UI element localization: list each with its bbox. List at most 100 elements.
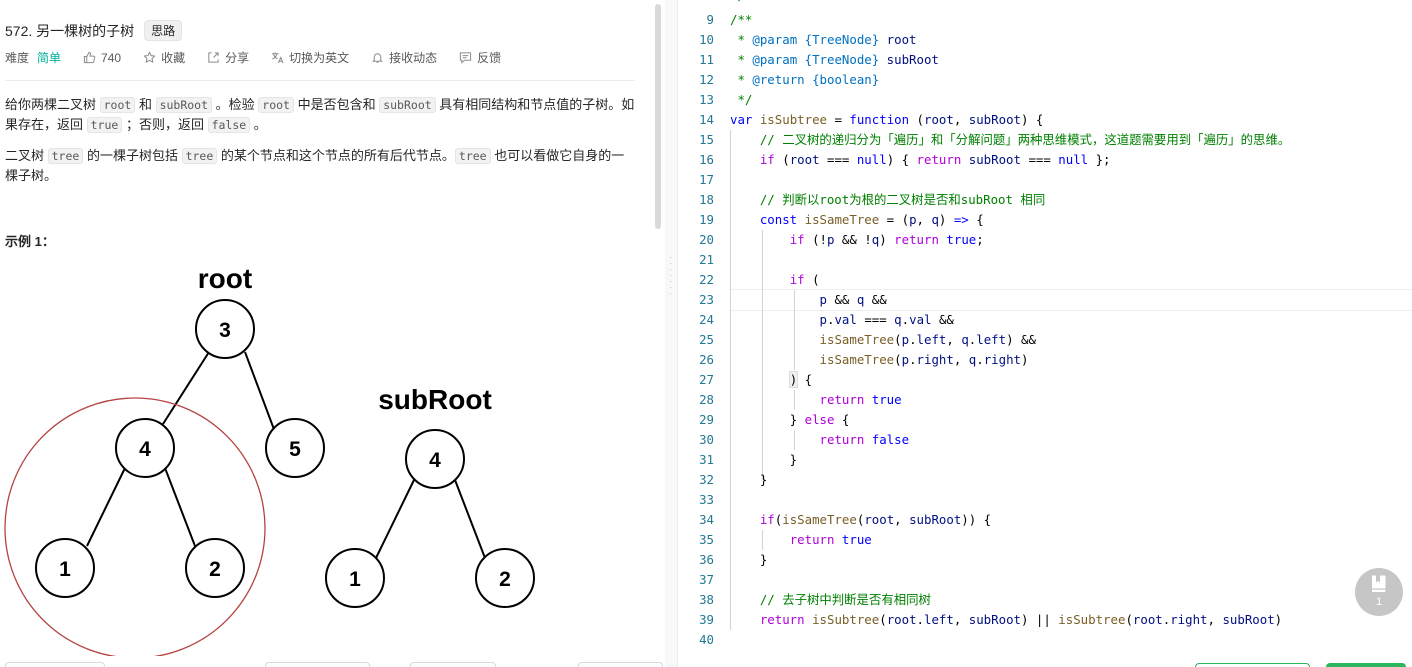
desc-text: 。 — [250, 117, 267, 132]
comment: // 去子树中判断是否有相同树 — [730, 592, 931, 607]
switch-language-button[interactable]: 切换为英文 — [271, 49, 349, 66]
node-value: 2 — [499, 568, 511, 591]
token: isSameTree — [819, 352, 895, 367]
code-line[interactable]: if(isSameTree(root, subRoot)) { — [678, 510, 1412, 530]
bottom-toolbar-button[interactable] — [5, 662, 105, 667]
token: val — [909, 312, 932, 327]
code-line[interactable]: // 去子树中判断是否有相同树 — [678, 590, 1412, 610]
desc-text: 和 — [135, 97, 156, 112]
token: { — [797, 372, 813, 387]
token: ; — [976, 232, 984, 247]
token: function — [849, 112, 910, 127]
token: subRoot — [968, 612, 1021, 627]
token: && — [931, 312, 954, 327]
code-line[interactable]: // 二叉树的递归分为「遍历」和「分解问题」两种思维模式，这道题需要用到「遍历」… — [678, 130, 1412, 150]
code-line[interactable]: * @return {boolean} — [678, 70, 1412, 90]
inline-code: root — [99, 97, 136, 113]
token: root — [924, 112, 954, 127]
code-line[interactable]: } — [678, 550, 1412, 570]
code-line[interactable]: if (!p && !q) return true; — [678, 230, 1412, 250]
inline-code: subRoot — [155, 97, 213, 113]
code-line[interactable]: } — [678, 450, 1412, 470]
token: ) && — [1006, 332, 1036, 347]
desc-text: 。检验 — [212, 97, 259, 112]
code-line[interactable]: } — [678, 470, 1412, 490]
like-count: 740 — [101, 50, 122, 65]
token: ( — [894, 332, 902, 347]
token: subRoot — [879, 52, 939, 67]
like-button[interactable]: 740 — [83, 51, 121, 65]
problem-title[interactable]: 572. 另一棵树的子树 — [5, 21, 134, 41]
inline-code: subRoot — [379, 97, 436, 113]
description-scrollbar[interactable] — [655, 4, 661, 229]
token: && — [827, 292, 857, 307]
subscribe-button[interactable]: 接收动态 — [371, 49, 437, 66]
submit-button[interactable] — [1326, 663, 1406, 667]
notes-button[interactable]: 1 — [1355, 568, 1403, 616]
token: root — [789, 152, 820, 167]
token: } — [730, 552, 768, 567]
code-line[interactable]: if (root === null) { return subRoot === … — [678, 150, 1412, 170]
problem-description: 给你两棵二叉树 root 和 subRoot 。检验 root 中是否包含和 s… — [5, 95, 635, 197]
token: = — [827, 112, 850, 127]
token: null — [1058, 152, 1089, 167]
code-line[interactable]: * @param {TreeNode} subRoot — [678, 50, 1412, 70]
inline-code: tree — [181, 148, 218, 164]
code-line[interactable]: /** — [678, 10, 1412, 30]
code-line[interactable]: } else { — [678, 410, 1412, 430]
token: ) — [1021, 352, 1029, 367]
line-number-row: 33 — [678, 490, 1412, 510]
code-line[interactable]: if ( — [678, 270, 1412, 290]
tree-edge — [86, 467, 126, 547]
node-value: 5 — [289, 438, 301, 461]
token: , — [894, 512, 910, 527]
code-line[interactable]: return false — [678, 430, 1412, 450]
code-line[interactable]: p.val === q.val && — [678, 310, 1412, 330]
drag-handle-icon[interactable]: · · · · · · · — [669, 254, 673, 298]
code-line[interactable]: // 判断以root为根的二叉树是否和subRoot 相同 — [678, 190, 1412, 210]
inline-code: tree — [47, 148, 84, 164]
token: subRoot — [1222, 612, 1275, 627]
token: q — [931, 212, 939, 227]
bottom-toolbar-button[interactable] — [265, 662, 370, 667]
share-label: 分享 — [225, 51, 250, 65]
token: . — [909, 352, 917, 367]
code-line[interactable]: return true — [678, 530, 1412, 550]
token: isSameTree — [797, 212, 880, 227]
token: left — [924, 612, 954, 627]
code-line[interactable]: */ — [678, 90, 1412, 110]
subroot-label: subRoot — [378, 384, 492, 415]
code-line[interactable]: return isSubtree(root.left, subRoot) || … — [678, 610, 1412, 630]
line-number-row: 21 — [678, 250, 1412, 270]
token: p — [819, 292, 827, 307]
share-button[interactable]: 分享 — [207, 49, 249, 66]
code-line[interactable]: const isSameTree = (p, q) => { — [678, 210, 1412, 230]
desc-text: 中是否包含和 — [293, 97, 380, 112]
code-line[interactable]: return true — [678, 390, 1412, 410]
root-tree-nodes — [35, 299, 325, 598]
token: subRoot — [968, 112, 1021, 127]
code-editor[interactable]: */ 9101112131415161718192021222324252627… — [677, 0, 1412, 667]
code-line[interactable]: isSameTree(p.right, q.right) — [678, 350, 1412, 370]
comment: // 判断以root为根的二叉树是否和subRoot 相同 — [730, 192, 1046, 207]
feedback-button[interactable]: 反馈 — [459, 49, 501, 66]
token: * — [730, 32, 753, 47]
run-code-button[interactable] — [1195, 663, 1310, 667]
code-line-partial: */ — [730, 0, 745, 3]
code-line[interactable]: * @param {TreeNode} root — [678, 30, 1412, 50]
code-line[interactable]: isSameTree(p.left, q.left) && — [678, 330, 1412, 350]
code-line[interactable]: p && q && — [678, 290, 1412, 310]
token: (! — [804, 232, 827, 247]
code-line[interactable]: var isSubtree = function (root, subRoot)… — [678, 110, 1412, 130]
hint-tag[interactable]: 思路 — [144, 20, 183, 41]
bottom-toolbar-button[interactable] — [578, 662, 663, 667]
token: ) || — [1020, 612, 1059, 627]
pane-splitter[interactable]: · · · · · · · — [665, 0, 677, 667]
bottom-toolbar-button[interactable] — [410, 662, 496, 667]
code-line[interactable]: ) { — [678, 370, 1412, 390]
token: ) — [879, 232, 895, 247]
favorite-button[interactable]: 收藏 — [143, 49, 185, 66]
